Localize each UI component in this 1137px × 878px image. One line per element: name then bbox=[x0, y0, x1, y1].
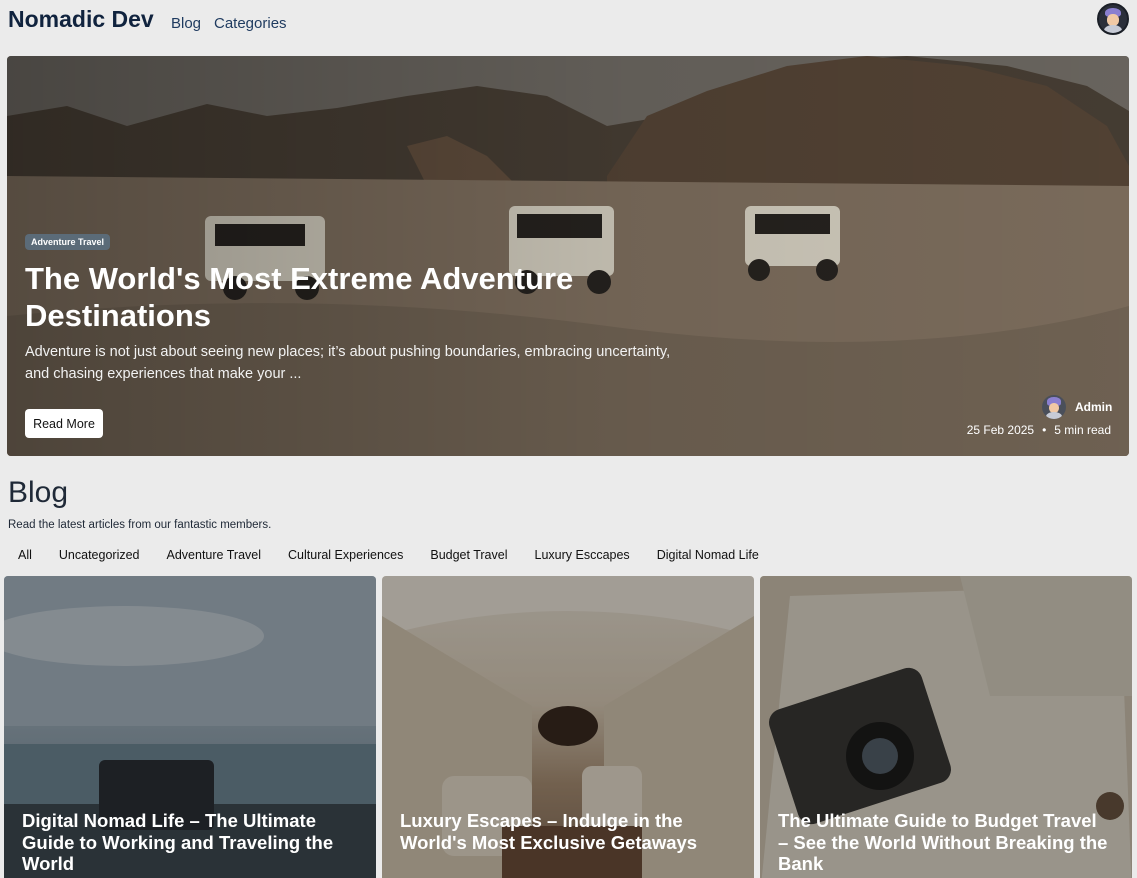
post-date: 25 Feb 2025 bbox=[966, 423, 1035, 437]
blog-heading: Blog bbox=[8, 476, 69, 509]
post-meta: 25 Feb 2025 • 5 min read bbox=[967, 423, 1111, 437]
category-filter-bar: All Uncategorized Adventure Travel Cultu… bbox=[18, 548, 786, 564]
card-title[interactable]: Luxury Escapes – Indulge in the World's … bbox=[400, 810, 730, 853]
card-title[interactable]: Digital Nomad Life – The Ultimate Guide … bbox=[22, 810, 352, 875]
read-more-button[interactable]: Read More bbox=[25, 409, 103, 438]
nav-blog-link[interactable]: Blog bbox=[171, 15, 201, 32]
nav-categories-link[interactable]: Categories bbox=[214, 15, 287, 32]
filter-adventure-travel[interactable]: Adventure Travel bbox=[167, 548, 262, 564]
filter-cultural-experiences[interactable]: Cultural Experiences bbox=[288, 548, 403, 564]
author-avatar bbox=[1042, 395, 1066, 419]
post-card[interactable]: Luxury Escapes – Indulge in the World's … bbox=[382, 576, 754, 878]
card-title[interactable]: The Ultimate Guide to Budget Travel – Se… bbox=[778, 810, 1108, 875]
filter-budget-travel[interactable]: Budget Travel bbox=[430, 548, 507, 564]
hero-title[interactable]: The World's Most Extreme Adventure Desti… bbox=[25, 260, 585, 334]
blog-subtitle: Read the latest articles from our fantas… bbox=[8, 519, 272, 531]
filter-digital-nomad-life[interactable]: Digital Nomad Life bbox=[657, 548, 759, 564]
filter-luxury-escapes[interactable]: Luxury Esccapes bbox=[535, 548, 630, 564]
filter-all[interactable]: All bbox=[18, 548, 32, 564]
category-badge[interactable]: Adventure Travel bbox=[25, 234, 111, 250]
hero-excerpt: Adventure is not just about seeing new p… bbox=[25, 344, 671, 382]
site-header: Nomadic Dev Blog Categories bbox=[0, 0, 1137, 48]
featured-post-hero[interactable]: Adventure Travel The World's Most Extrem… bbox=[7, 56, 1129, 456]
site-logo[interactable]: Nomadic Dev bbox=[8, 6, 154, 33]
filter-uncategorized[interactable]: Uncategorized bbox=[59, 548, 140, 564]
author-name: Admin bbox=[1075, 400, 1113, 414]
post-card[interactable]: The Ultimate Guide to Budget Travel – Se… bbox=[760, 576, 1132, 878]
meta-separator: • bbox=[1042, 423, 1047, 437]
post-card[interactable]: Digital Nomad Life – The Ultimate Guide … bbox=[4, 576, 376, 878]
read-time: 5 min read bbox=[1054, 423, 1111, 437]
user-avatar[interactable] bbox=[1097, 3, 1129, 35]
